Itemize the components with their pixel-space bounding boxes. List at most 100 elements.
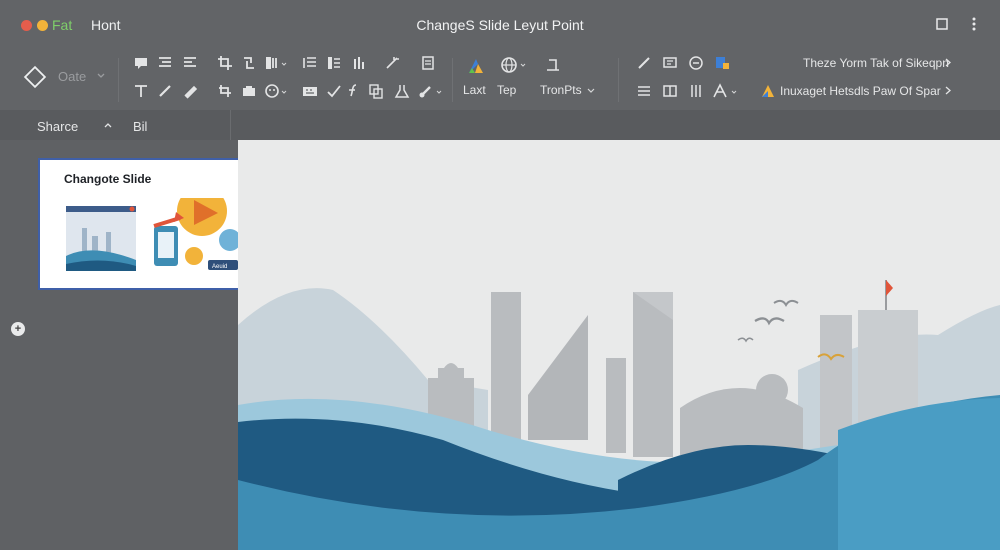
menu-lines-button[interactable]	[636, 83, 652, 99]
menu-lines-icon	[638, 86, 650, 96]
tall-building	[633, 292, 673, 457]
checkmark-icon	[327, 85, 341, 98]
image-crop-icon	[219, 85, 231, 97]
chevron-down-icon[interactable]	[731, 90, 737, 94]
numbered-list-button[interactable]	[326, 55, 342, 71]
title-bar: Fat Hont ChangeS Slide Leyut Point	[0, 0, 1000, 50]
slide-thumbnail[interactable]: Changote Slide Aeuid	[38, 158, 241, 290]
crop-icon	[218, 56, 232, 70]
draw-button[interactable]	[636, 55, 652, 71]
insight-button[interactable]	[760, 83, 776, 99]
add-slide-button[interactable]: +	[11, 322, 25, 336]
slide-illustration	[238, 280, 1000, 550]
comment-icon	[135, 58, 147, 69]
chevron-down-icon[interactable]	[587, 88, 595, 93]
document-button[interactable]	[420, 55, 436, 71]
transitions-dropdown-label[interactable]: TronPts	[540, 83, 582, 97]
chevron-right-icon[interactable]	[945, 86, 951, 95]
note-button[interactable]	[662, 55, 678, 71]
window-controls	[21, 20, 48, 31]
keyboard-button[interactable]	[302, 83, 318, 99]
chevron-up-icon[interactable]	[104, 122, 112, 128]
camera-icon	[243, 86, 255, 96]
bil-tab[interactable]: Bil	[133, 119, 147, 134]
check-button[interactable]	[326, 83, 342, 99]
pencil-button[interactable]	[157, 83, 173, 99]
vertical-lines-button[interactable]	[688, 83, 704, 99]
more-vertical-icon	[972, 17, 976, 31]
chevron-down-icon[interactable]	[281, 62, 287, 66]
layout-label[interactable]: Laxt	[463, 83, 486, 97]
ribbon-toolbar: Oate Laxt Tep TronPts Theze Yorm Tak of …	[0, 50, 1000, 110]
magic-wand-icon	[386, 57, 399, 69]
transition-button[interactable]	[544, 56, 564, 76]
subbar-divider	[230, 110, 231, 140]
globe-button[interactable]	[500, 56, 520, 76]
columns-icon	[266, 57, 277, 69]
paint-brush-button[interactable]	[418, 83, 434, 99]
note-icon	[663, 57, 677, 68]
pen-button[interactable]	[182, 83, 198, 99]
align-lines-icon	[159, 57, 171, 67]
flask-button[interactable]	[394, 83, 410, 99]
ribbon-divider	[618, 58, 619, 102]
close-window-button[interactable]	[21, 20, 32, 31]
top-label[interactable]: Tep	[497, 83, 516, 97]
camera-button[interactable]	[241, 83, 257, 99]
tab-stop-button[interactable]	[182, 55, 198, 71]
ribbon-link-1[interactable]: Theze Yorm Tak of Sikeqpn	[803, 56, 949, 70]
link-icon	[244, 57, 254, 69]
insight-colorful-icon	[762, 85, 774, 97]
text-tool-button[interactable]	[133, 83, 149, 99]
maximize-icon	[936, 18, 948, 30]
maximize-button[interactable]	[932, 14, 952, 34]
chevron-down-icon[interactable]	[436, 90, 442, 94]
emoji-button[interactable]	[264, 83, 280, 99]
layout-colorful-icon	[469, 59, 483, 73]
chevron-down-icon[interactable]	[281, 90, 287, 94]
list-button[interactable]	[302, 55, 318, 71]
link-button[interactable]	[241, 55, 257, 71]
ribbon-link-2[interactable]: Inuxaget Hetsdls Paw Of Spar	[780, 84, 941, 98]
pen-icon	[184, 85, 198, 99]
diamond-shape-icon	[23, 65, 47, 89]
align-button[interactable]	[157, 55, 173, 71]
minus-circle-icon	[689, 56, 703, 70]
copy-button[interactable]	[368, 83, 384, 99]
minus-circle-button[interactable]	[688, 55, 704, 71]
slanted-building	[528, 315, 588, 440]
chevron-down-icon[interactable]	[97, 73, 105, 79]
globe-icon	[501, 57, 517, 73]
draw-line-icon	[638, 57, 650, 69]
image-crop-button[interactable]	[217, 83, 233, 99]
magic-button[interactable]	[384, 55, 400, 71]
media-button[interactable]	[714, 55, 730, 71]
media-colorful-icon	[716, 57, 729, 69]
font-button[interactable]	[712, 83, 728, 99]
sub-toolbar: Sharce Bil	[0, 110, 1000, 140]
bars-button[interactable]	[352, 55, 368, 71]
share-button[interactable]: Sharce	[37, 119, 78, 134]
comment-button[interactable]	[133, 55, 149, 71]
app-label[interactable]: Fat	[52, 17, 72, 33]
columns-button[interactable]	[264, 55, 280, 71]
crop-button[interactable]	[217, 55, 233, 71]
split-view-button[interactable]	[662, 83, 678, 99]
shape-tool-button[interactable]	[22, 64, 48, 90]
chevron-down-icon[interactable]	[520, 63, 526, 67]
font-a-icon	[713, 83, 727, 98]
keyboard-icon	[303, 87, 317, 96]
shape-dropdown-label[interactable]: Oate	[58, 69, 86, 84]
function-button[interactable]	[345, 83, 361, 99]
more-menu-button[interactable]	[964, 14, 984, 34]
thumbnail-badge: Aeuid	[212, 264, 227, 270]
minimize-window-button[interactable]	[37, 20, 48, 31]
layout-button[interactable]	[466, 56, 486, 76]
chevron-right-icon[interactable]	[945, 58, 951, 67]
numbered-list-icon	[328, 57, 340, 69]
menu-item-hont[interactable]: Hont	[91, 17, 121, 33]
pencil-icon	[159, 85, 171, 97]
slide-canvas[interactable]	[238, 140, 1000, 550]
transition-icon	[547, 59, 559, 71]
function-icon	[349, 84, 357, 97]
